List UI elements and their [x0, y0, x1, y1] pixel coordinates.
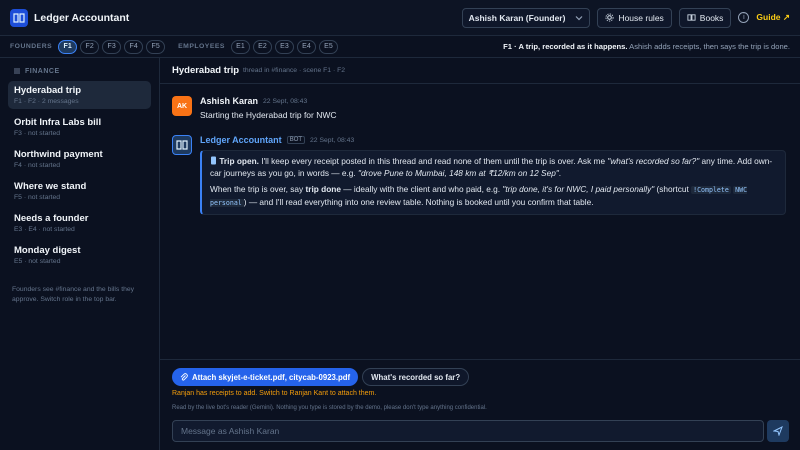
message-input-wrapper: [172, 420, 764, 442]
message-time: 22 Sept, 08:43: [263, 97, 308, 105]
send-button[interactable]: [767, 420, 789, 442]
role-chip-e5[interactable]: E5: [318, 39, 338, 54]
scene-description: F1 · A trip, recorded as it happens. Ash…: [503, 42, 790, 51]
quick-actions: Attach skyjet-e-ticket.pdf, citycab-0923…: [172, 368, 470, 386]
sidebar-item-title: Monday digest: [14, 245, 81, 256]
thread-header: Hyderabad trip thread in #finance · scen…: [160, 58, 800, 84]
sidebar: FINANCE Hyderabad trip F1 · F2 · 2 messa…: [0, 58, 160, 450]
gear-icon: [605, 13, 614, 22]
role-chip-e4[interactable]: E4: [296, 39, 316, 54]
role-chip-f1[interactable]: F1: [58, 39, 78, 54]
whats-recorded-button[interactable]: What's recorded so far?: [362, 368, 470, 386]
sidebar-item-monday-digest[interactable]: Monday digest E5 · not started: [8, 241, 151, 269]
sidebar-item-northwind-payment[interactable]: Northwind payment F4 · not started: [8, 145, 151, 173]
sidebar-item-title: Hyderabad trip: [14, 85, 82, 96]
bot-paragraph-1: Trip open. I'll keep every receipt poste…: [210, 156, 773, 178]
top-bar: Ledger Accountant Ashish Karan (Founder)…: [0, 0, 800, 36]
thread-subtitle: thread in #finance · scene F1 · F2: [243, 67, 346, 74]
clip-icon: [180, 372, 188, 381]
app-title: Ledger Accountant: [34, 11, 130, 24]
user-select[interactable]: Ashish Karan (Founder): [461, 7, 591, 28]
sidebar-item-meta: F4 · not started: [14, 162, 61, 169]
user-message: AK Ashish Karan 22 Sept, 08:43 Starting …: [172, 96, 337, 120]
books-button[interactable]: Books: [678, 7, 732, 28]
guide-link[interactable]: Guide ↗: [756, 12, 790, 23]
sidebar-section-header: FINANCE: [13, 67, 151, 75]
sidebar-item-needs-a-founder[interactable]: Needs a founder E3 · E4 · not started: [8, 209, 151, 237]
role-chip-f2[interactable]: F2: [80, 39, 100, 54]
house-rules-label: House rules: [618, 12, 664, 23]
message-time: 22 Sept, 08:43: [310, 136, 355, 144]
employees-label: EMPLOYEES: [178, 43, 225, 50]
sidebar-note: Founders see #finance and the bills they…: [12, 286, 135, 303]
thread-title: Hyderabad trip: [172, 65, 240, 76]
sidebar-item-meta: E3 · E4 · not started: [14, 226, 75, 233]
sidebar-item-title: Northwind payment: [14, 149, 103, 160]
clip-icon: [211, 156, 216, 165]
sidebar-item-title: Where we stand: [14, 181, 87, 192]
stack-icon: [14, 68, 20, 74]
attach-receipts-button[interactable]: Attach skyjet-e-ticket.pdf, citycab-0923…: [172, 368, 359, 386]
sidebar-item-meta: F5 · not started: [14, 194, 61, 201]
send-icon: [773, 426, 783, 436]
sidebar-item-orbit-infra-labs-bill[interactable]: Orbit Infra Labs bill F3 · not started: [8, 113, 151, 141]
message-text: Starting the Hyderabad trip for NWC: [200, 110, 337, 120]
bot-message: Ledger Accountant BOT 22 Sept, 08:43 Tri…: [172, 135, 786, 215]
sidebar-item-meta: E5 · not started: [14, 258, 61, 265]
message-author: Ledger Accountant: [200, 135, 282, 145]
info-icon[interactable]: i: [738, 12, 750, 23]
avatar: AK: [172, 96, 192, 116]
bot-paragraph-2: When the trip is over, say trip done — i…: [210, 184, 748, 207]
house-rules-button[interactable]: House rules: [597, 7, 672, 28]
shortcut-code: !Complete: [691, 186, 731, 194]
sidebar-item-meta: F1 · F2 · 2 messages: [14, 98, 79, 105]
role-chip-f3[interactable]: F3: [102, 39, 122, 54]
sidebar-item-where-we-stand[interactable]: Where we stand F5 · not started: [8, 177, 151, 205]
composer-divider: [160, 359, 800, 360]
bot-avatar: [172, 135, 192, 155]
role-chip-f4[interactable]: F4: [124, 39, 144, 54]
role-chip-e1[interactable]: E1: [230, 39, 250, 54]
user-select-label: Ashish Karan (Founder): [468, 12, 566, 23]
book-icon: [687, 14, 696, 21]
bot-message-card: Trip open. I'll keep every receipt poste…: [200, 150, 786, 215]
disclaimer-text: Read by the live bot's reader (Gemini). …: [172, 405, 487, 411]
sidebar-item-hyderabad-trip[interactable]: Hyderabad trip F1 · F2 · 2 messages: [8, 81, 151, 109]
chevron-down-icon: [576, 15, 583, 20]
sidebar-item-title: Orbit Infra Labs bill: [14, 117, 102, 128]
book-logo-icon: [10, 8, 28, 27]
role-chip-f5[interactable]: F5: [146, 39, 166, 54]
sidebar-item-meta: F3 · not started: [14, 130, 61, 137]
message-input[interactable]: [181, 426, 755, 436]
role-chip-e3[interactable]: E3: [274, 39, 294, 54]
founders-label: FOUNDERS: [10, 43, 53, 50]
message-author: Ashish Karan: [200, 96, 259, 106]
role-chip-e2[interactable]: E2: [252, 39, 272, 54]
warning-text: Ranjan has receipts to add. Switch to Ra…: [172, 390, 377, 397]
books-label: Books: [699, 12, 724, 23]
bot-badge: BOT: [286, 136, 306, 144]
sidebar-item-title: Needs a founder: [14, 213, 89, 224]
role-bar: FOUNDERS F1 F2 F3 F4 F5 EMPLOYEES E1 E2 …: [0, 36, 800, 58]
book-logo-icon: [176, 140, 188, 150]
